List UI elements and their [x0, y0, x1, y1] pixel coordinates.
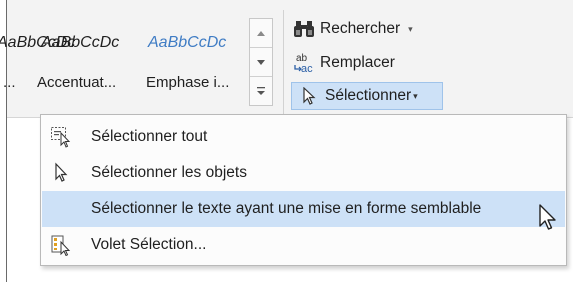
chevron-up-icon [257, 30, 265, 36]
gallery-more-button[interactable] [250, 77, 272, 105]
find-dropdown-caret[interactable]: ▾ [408, 24, 413, 35]
select-label: Sélectionner [325, 87, 412, 104]
pointer-arrow-icon [50, 162, 72, 184]
style-name-partial[interactable]: ... [3, 74, 16, 91]
binoculars-icon [293, 18, 315, 40]
style-name-accentuation[interactable]: Accentuat... [37, 74, 116, 91]
replace-label: Remplacer [320, 54, 395, 71]
menu-item-label: Volet Sélection... [91, 236, 207, 253]
selection-pane-icon [50, 234, 72, 257]
pointer-arrow-icon [298, 85, 320, 107]
mouse-cursor-icon [539, 204, 556, 230]
select-button[interactable]: Sélectionner ▾ [298, 83, 418, 109]
menu-item-label: Sélectionner tout [91, 128, 208, 145]
style-sample-accentuation[interactable]: AaBbCcDc [41, 34, 119, 52]
find-button[interactable]: Rechercher ▾ [293, 16, 413, 42]
svg-text:ac: ac [301, 63, 313, 74]
styles-gallery: AaBbCcDc ... AaBbCcDc Accentuat... AaBbC… [0, 0, 247, 117]
gallery-scroll-down-button[interactable] [250, 48, 272, 76]
style-name-emphase[interactable]: Emphase i... [146, 74, 229, 91]
menu-item-label: Sélectionner les objets [91, 164, 247, 181]
select-dropdown-caret[interactable]: ▾ [413, 91, 418, 102]
find-label: Rechercher [320, 20, 401, 37]
more-styles-icon [257, 87, 265, 95]
ribbon-group-separator [283, 10, 284, 114]
styles-gallery-scroll [249, 18, 273, 106]
menu-item-select-objects[interactable]: Sélectionner les objets [42, 155, 565, 191]
menu-item-label: Sélectionner le texte ayant une mise en … [91, 200, 482, 217]
menu-item-selection-pane[interactable]: Volet Sélection... [42, 227, 565, 263]
select-dropdown-menu: Sélectionner tout Sélectionner les objet… [40, 114, 567, 266]
select-all-icon [50, 126, 72, 148]
replace-button[interactable]: ab ac Remplacer [293, 50, 395, 76]
chevron-down-icon [257, 59, 265, 65]
replace-ab-ac-icon: ab ac [293, 52, 315, 74]
menu-item-select-all[interactable]: Sélectionner tout [42, 119, 565, 155]
style-sample-emphase[interactable]: AaBbCcDc [148, 34, 226, 52]
gallery-scroll-up-button[interactable] [250, 19, 272, 47]
menu-item-select-similar-formatting[interactable]: Sélectionner le texte ayant une mise en … [42, 191, 565, 227]
